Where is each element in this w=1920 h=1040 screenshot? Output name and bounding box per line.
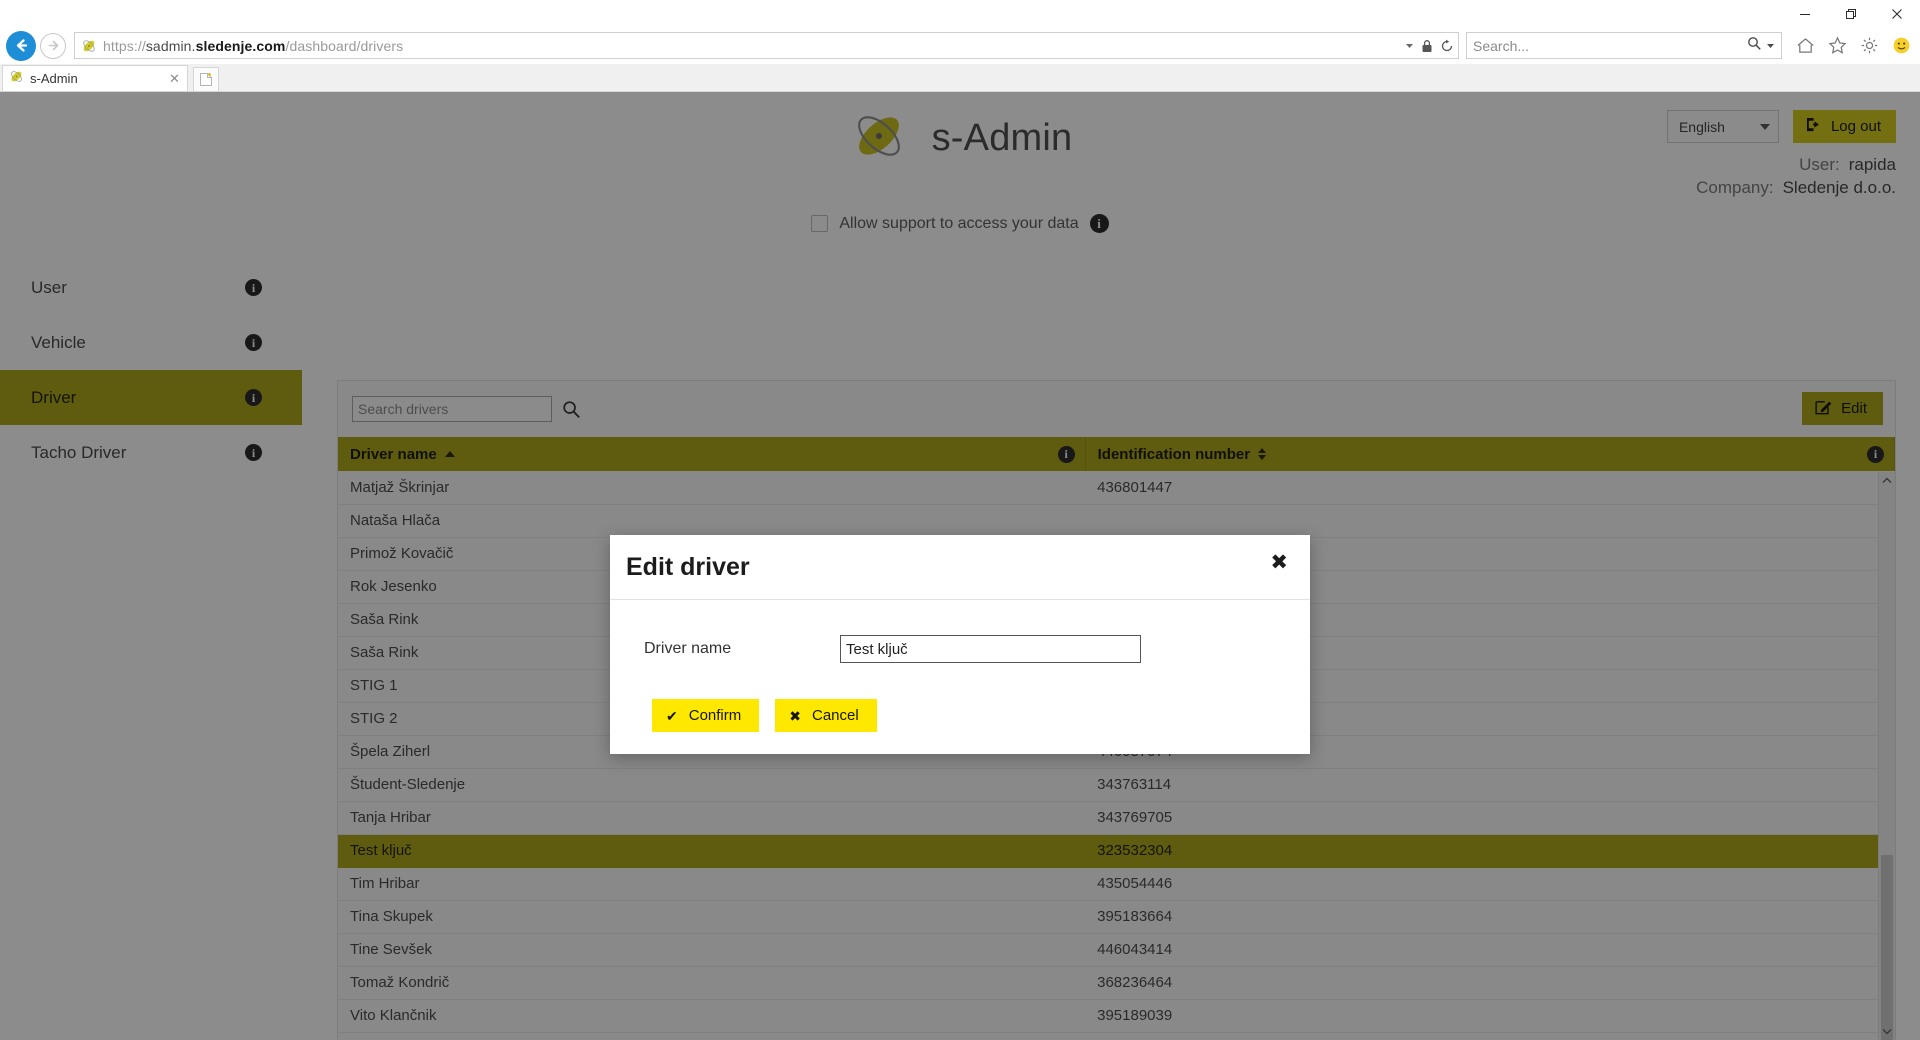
dialog-header: Edit driver ✖: [610, 535, 1310, 600]
favorites-icon[interactable]: [1826, 35, 1848, 57]
browser-toolbar-icons: [1794, 35, 1912, 57]
application-page: s-Admin English Log out User: rapida Com…: [0, 92, 1920, 1040]
chevron-down-icon[interactable]: [1405, 41, 1414, 50]
forward-button[interactable]: [40, 32, 66, 59]
browser-search-controls[interactable]: [1747, 36, 1775, 56]
back-button[interactable]: [6, 30, 36, 61]
window-title-bar: [0, 0, 1920, 27]
home-icon[interactable]: [1794, 35, 1816, 57]
minimize-button[interactable]: [1782, 0, 1828, 27]
cross-icon: ✖: [789, 707, 801, 724]
browser-tab-strip: s-Admin ✕: [0, 64, 1920, 92]
window-controls: [1782, 0, 1920, 27]
close-icon[interactable]: ✖: [1270, 552, 1288, 573]
confirm-label: Confirm: [688, 707, 742, 724]
search-icon[interactable]: [1747, 36, 1762, 56]
new-tab-button[interactable]: [193, 67, 219, 91]
check-icon: ✔: [666, 707, 678, 724]
refresh-icon[interactable]: [1440, 39, 1454, 53]
smiley-feedback-icon[interactable]: [1890, 35, 1912, 57]
restore-button[interactable]: [1828, 0, 1874, 27]
browser-search-box[interactable]: Search...: [1466, 32, 1782, 59]
lock-icon: [1421, 39, 1433, 53]
tools-gear-icon[interactable]: [1858, 35, 1880, 57]
edit-driver-dialog: Edit driver ✖ Driver name ✔ Confirm ✖ Ca…: [610, 535, 1310, 754]
address-bar[interactable]: https://sadmin.sledenje.com/dashboard/dr…: [74, 32, 1459, 59]
address-url: https://sadmin.sledenje.com/dashboard/dr…: [103, 37, 404, 54]
address-bar-icons: [1399, 39, 1454, 53]
dialog-body: Driver name ✔ Confirm ✖ Cancel: [610, 600, 1310, 754]
cancel-label: Cancel: [811, 707, 859, 724]
close-button[interactable]: [1874, 0, 1920, 27]
browser-search-placeholder: Search...: [1473, 37, 1530, 54]
tab-title: s-Admin: [30, 71, 78, 86]
close-icon[interactable]: ✕: [168, 71, 181, 87]
tab-favicon: [9, 69, 24, 89]
site-favicon: [81, 38, 97, 54]
search-provider-chevron-icon[interactable]: [1766, 37, 1775, 55]
driver-name-form-row: Driver name: [626, 632, 1294, 666]
browser-tab[interactable]: s-Admin ✕: [2, 65, 188, 91]
browser-window: https://sadmin.sledenje.com/dashboard/dr…: [0, 0, 1920, 1040]
dialog-title: Edit driver: [626, 552, 750, 581]
browser-navigation-bar: https://sadmin.sledenje.com/dashboard/dr…: [0, 27, 1920, 64]
driver-name-input[interactable]: [840, 635, 1141, 663]
cancel-button[interactable]: ✖ Cancel: [775, 699, 877, 732]
dialog-actions: ✔ Confirm ✖ Cancel: [626, 699, 1294, 732]
confirm-button[interactable]: ✔ Confirm: [652, 699, 760, 732]
driver-name-label: Driver name: [644, 640, 732, 657]
